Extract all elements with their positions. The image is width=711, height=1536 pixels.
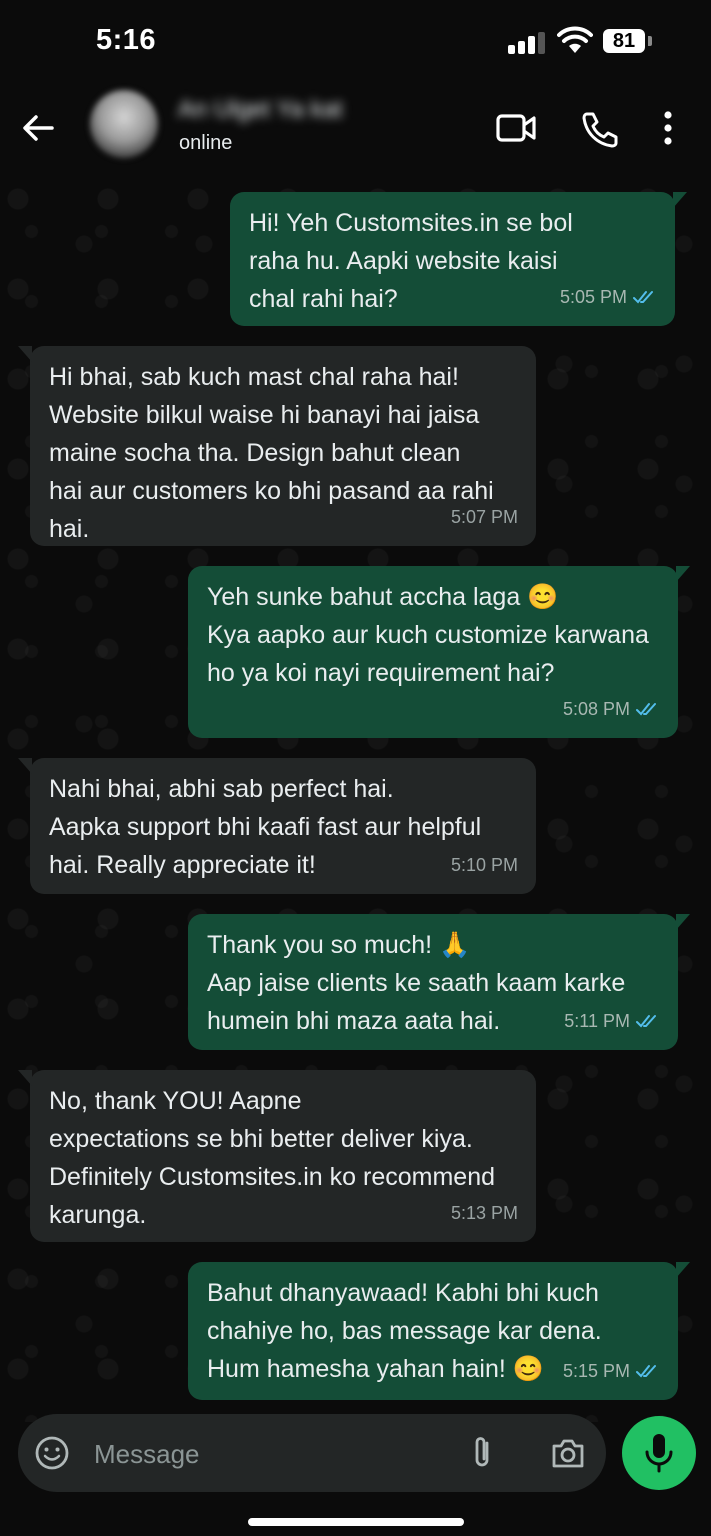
- message-text: Yeh sunke bahut accha laga 😊 Kya aapko a…: [207, 583, 649, 687]
- cellular-signal-icon: [508, 30, 548, 54]
- more-vert-icon[interactable]: [648, 108, 688, 148]
- double-check-icon: [633, 291, 653, 304]
- contact-status: online: [179, 132, 233, 154]
- message-time: 5:07 PM: [450, 507, 518, 527]
- video-call-icon[interactable]: [494, 108, 538, 148]
- phone-icon[interactable]: [578, 108, 622, 148]
- status-time: 5:16: [96, 24, 157, 56]
- message-time: 5:13 PM: [450, 1203, 518, 1223]
- message-bubble[interactable]: Nahi bhai, abhi sab perfect hai. Aapka s…: [18, 758, 536, 894]
- chat-header: An Ulget Ya kat online: [0, 84, 711, 172]
- message-bubble[interactable]: Bahut dhanyawaad! Kabhi bhi kuch chahiye…: [188, 1262, 690, 1400]
- camera-icon[interactable]: [550, 1436, 586, 1470]
- mic-icon: [645, 1434, 673, 1473]
- message-bubble[interactable]: No, thank YOU! Aapne expectations se bhi…: [18, 1070, 536, 1242]
- contact-name[interactable]: An Ulget Ya kat: [178, 96, 343, 124]
- battery-icon: 81: [603, 29, 645, 53]
- message-time: 5:11 PM: [564, 1011, 630, 1031]
- avatar[interactable]: [90, 90, 158, 158]
- attach-icon[interactable]: [466, 1434, 500, 1472]
- message-text: Nahi bhai, abhi sab perfect hai. Aapka s…: [49, 775, 482, 879]
- emoji-icon[interactable]: [34, 1435, 70, 1471]
- wifi-icon: [557, 26, 593, 53]
- message-bubble[interactable]: Hi bhai, sab kuch mast chal raha hai! We…: [18, 346, 536, 546]
- message-time: 5:08 PM: [562, 699, 630, 719]
- message-bubble[interactable]: Thank you so much! 🙏 Aap jaise clients k…: [188, 914, 690, 1050]
- message-text: No, thank YOU! Aapne expectations se bhi…: [49, 1087, 495, 1229]
- message-text: Hi bhai, sab kuch mast chal raha hai! We…: [49, 363, 494, 543]
- mic-button[interactable]: [622, 1416, 696, 1490]
- message-time: 5:15 PM: [562, 1361, 630, 1381]
- battery-tip: [648, 36, 652, 46]
- double-check-icon: [636, 703, 656, 716]
- double-check-icon: [636, 1365, 656, 1378]
- message-input[interactable]: [92, 1414, 436, 1494]
- message-composer: [18, 1414, 606, 1494]
- chat-area[interactable]: Hi! Yeh Customsites.in se bol raha hu. A…: [0, 172, 711, 1422]
- message-bubble[interactable]: Hi! Yeh Customsites.in se bol raha hu. A…: [230, 192, 687, 326]
- message-bubble[interactable]: Yeh sunke bahut accha laga 😊 Kya aapko a…: [188, 566, 690, 738]
- message-time: 5:10 PM: [450, 855, 518, 875]
- status-bar: 5:16 81: [0, 0, 711, 84]
- message-time: 5:05 PM: [559, 287, 627, 307]
- home-indicator[interactable]: [248, 1518, 464, 1526]
- back-arrow-icon[interactable]: [18, 108, 58, 148]
- double-check-icon: [636, 1015, 656, 1028]
